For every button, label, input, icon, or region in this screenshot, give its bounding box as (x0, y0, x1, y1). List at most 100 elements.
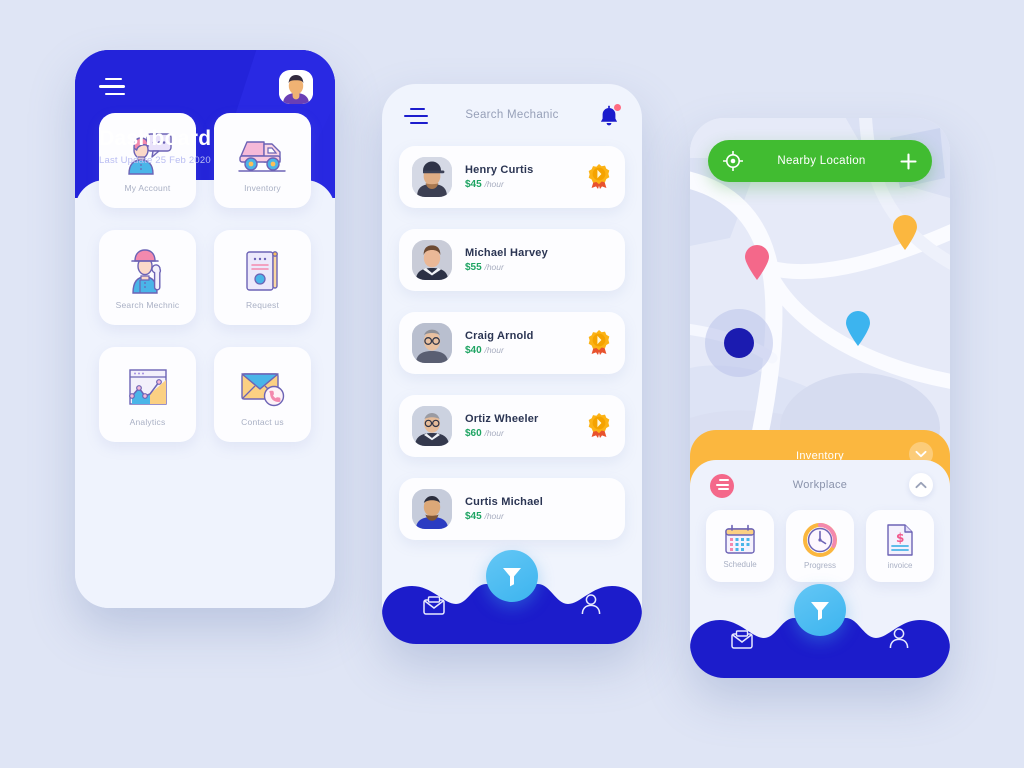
pin-pink[interactable] (744, 244, 770, 280)
mechanic-name: Michael Harvey (465, 247, 548, 259)
pin-blue[interactable] (845, 310, 871, 346)
avatar (412, 323, 452, 363)
phone-dashboard: Dashboard Last Update 25 Feb 2020 My Acc… (75, 50, 335, 608)
tile-label: Inventory (244, 182, 281, 193)
chevron-up-icon[interactable] (909, 473, 933, 497)
nearby-location-label: Nearby Location (777, 155, 866, 167)
top-rated-medal-icon (588, 413, 610, 438)
filter-funnel-icon (503, 568, 521, 587)
avatar (412, 489, 452, 529)
tile-label: My Account (124, 182, 171, 193)
plus-icon[interactable] (900, 152, 917, 170)
avatar[interactable] (279, 70, 313, 104)
person-icon[interactable] (581, 594, 601, 620)
hamburger-line (105, 78, 122, 81)
hamburger-line (99, 85, 125, 88)
nearby-location-button[interactable]: Nearby Location (708, 140, 932, 182)
mechanic-wrench-icon (124, 246, 172, 296)
mechanic-list: Henry Curtis $45 /hour Michael Harvey $5… (399, 146, 625, 561)
tile-label: Schedule (723, 559, 757, 569)
avatar (412, 406, 452, 446)
bottom-nav (690, 584, 950, 678)
filter-fab-button[interactable] (486, 550, 538, 602)
notification-bell-icon[interactable] (598, 104, 621, 129)
person-icon[interactable] (889, 628, 909, 654)
invoice-dollar-icon: $ (887, 523, 913, 556)
pin-orange[interactable] (892, 214, 918, 250)
envelope-phone-icon (238, 363, 288, 413)
workplace-tile-row: Schedule Progress $ invoice (706, 510, 934, 582)
mechanic-rate: $45 /hour (465, 511, 612, 522)
gps-target-icon (723, 151, 743, 171)
bottom-nav (382, 550, 642, 644)
rate-amount: $45 (465, 179, 482, 190)
rate-unit: /hour (484, 179, 504, 189)
rate-amount: $45 (465, 511, 482, 522)
mechanic-rate: $40 /hour (465, 345, 586, 356)
tile-label: Contact us (241, 416, 284, 427)
notification-dot (614, 104, 621, 111)
current-location-dot[interactable] (724, 328, 754, 358)
user-avatar-illustration (279, 72, 313, 104)
tile-request[interactable]: Request (214, 230, 311, 325)
rate-amount: $60 (465, 428, 482, 439)
tile-search-mechnic[interactable]: Search Mechnic (99, 230, 196, 325)
avatar (412, 240, 452, 280)
calendar-icon (725, 524, 755, 554)
tile-label: invoice (887, 560, 913, 570)
filter-fab-button[interactable] (794, 584, 846, 636)
phone-map: Nearby Location Inventory Workplace Sche… (690, 118, 950, 678)
mechanic-name: Craig Arnold (465, 330, 534, 342)
mail-icon[interactable] (423, 596, 445, 620)
last-update-text: Last Update 25 Feb 2020 (99, 155, 211, 166)
tile-schedule[interactable]: Schedule (706, 510, 774, 582)
svg-text:$: $ (896, 531, 904, 545)
list-item-info: Curtis Michael $45 /hour (465, 496, 612, 522)
avatar (412, 157, 452, 197)
page-title: Dashboard (99, 127, 212, 150)
mechanic-name: Curtis Michael (465, 496, 543, 508)
hamburger-line (105, 92, 125, 96)
hamburger-icon[interactable] (99, 78, 127, 96)
hamburger-line (410, 121, 428, 124)
tile-progress[interactable]: Progress (786, 510, 854, 582)
rate-unit: /hour (484, 511, 504, 521)
list-item[interactable]: Ortiz Wheeler $60 /hour (399, 395, 625, 457)
chart-analytics-icon (125, 363, 171, 413)
dump-truck-icon (237, 129, 289, 179)
tile-label: Analytics (129, 416, 166, 427)
screen-canvas: Dashboard Last Update 25 Feb 2020 My Acc… (0, 0, 1024, 768)
list-item[interactable]: Craig Arnold $40 /hour (399, 312, 625, 374)
list-item[interactable]: Curtis Michael $45 /hour (399, 478, 625, 540)
top-rated-medal-icon (588, 330, 610, 355)
rate-amount: $40 (465, 345, 482, 356)
tile-label: Search Mechnic (115, 299, 180, 310)
document-request-icon (241, 246, 285, 296)
rate-unit: /hour (484, 428, 504, 438)
mechanic-rate: $45 /hour (465, 179, 586, 190)
rate-unit: /hour (484, 262, 504, 272)
list-item-info: Michael Harvey $55 /hour (465, 247, 612, 273)
list-item-info: Craig Arnold $40 /hour (465, 330, 586, 356)
tile-contact-us[interactable]: Contact us (214, 347, 311, 442)
rate-amount: $55 (465, 262, 482, 273)
tile-label: Request (245, 299, 280, 310)
clock-gauge-icon (803, 522, 837, 557)
tile-inventory[interactable]: Inventory (214, 113, 311, 208)
search-header: Search Mechanic (382, 84, 642, 146)
mechanic-name: Ortiz Wheeler (465, 413, 539, 425)
list-item[interactable]: Henry Curtis $45 /hour (399, 146, 625, 208)
top-rated-medal-icon (588, 164, 610, 189)
tile-analytics[interactable]: Analytics (99, 347, 196, 442)
list-item-info: Ortiz Wheeler $60 /hour (465, 413, 586, 439)
mechanic-rate: $55 /hour (465, 262, 612, 273)
list-item[interactable]: Michael Harvey $55 /hour (399, 229, 625, 291)
mechanic-name: Henry Curtis (465, 164, 534, 176)
phone-search-mechanic: Search Mechanic Henry Curtis $45 /hour M… (382, 84, 642, 644)
mechanic-rate: $60 /hour (465, 428, 586, 439)
tile-label: Progress (803, 560, 836, 570)
tile-invoice[interactable]: $ invoice (866, 510, 934, 582)
filter-funnel-icon (811, 602, 829, 621)
mail-icon[interactable] (731, 630, 753, 654)
rate-unit: /hour (484, 345, 504, 355)
